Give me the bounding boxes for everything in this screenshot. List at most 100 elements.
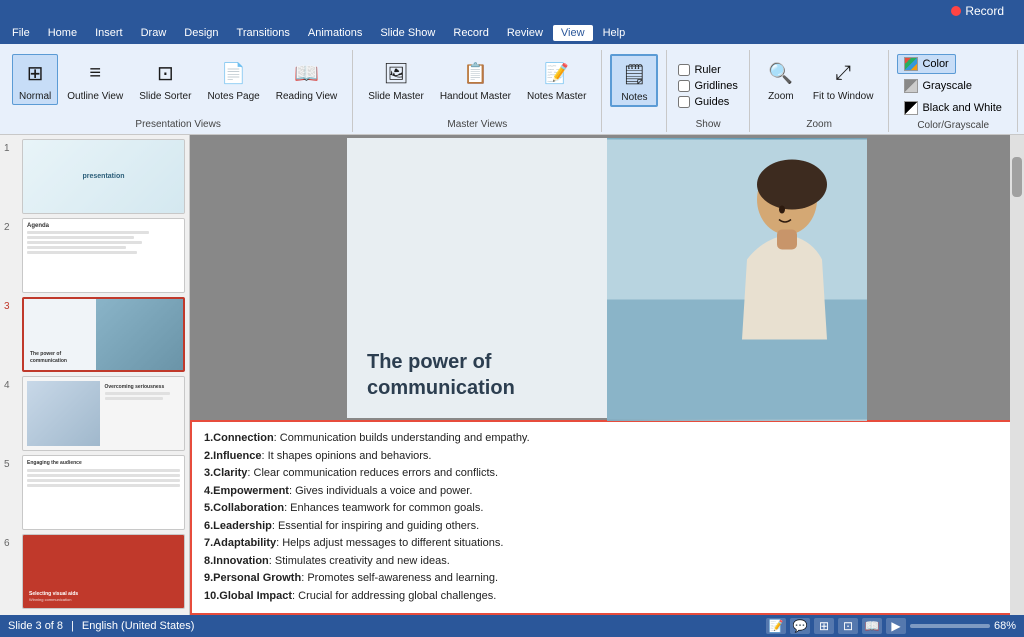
slide-right-image — [607, 138, 867, 421]
slide-canvas: The power of communication — [190, 135, 1024, 420]
menu-record[interactable]: Record — [445, 25, 496, 41]
slide-info: Slide 3 of 8 — [8, 620, 63, 632]
gridlines-checkbox[interactable]: Gridlines — [675, 79, 740, 93]
slides-panel[interactable]: 1 presentation 2 Agenda — [0, 135, 190, 615]
gridlines-input[interactable] — [678, 80, 690, 92]
color-btn[interactable]: Color — [897, 54, 955, 74]
menu-design[interactable]: Design — [176, 25, 226, 41]
reading-view-icon: 📖 — [290, 57, 322, 89]
handout-master-icon: 📋 — [459, 57, 491, 89]
menu-view[interactable]: View — [553, 25, 593, 41]
slide-num-3: 3 — [4, 297, 18, 312]
main-slide: The power of communication — [347, 138, 867, 418]
slide-title: The power of communication — [367, 349, 587, 401]
handout-master-btn[interactable]: 📋 Handout Master — [433, 54, 518, 105]
slide-sorter-icon: ⊡ — [149, 57, 181, 89]
notes-btn[interactable]: 🗒 Notes — [610, 54, 658, 107]
master-views-label: Master Views — [447, 119, 507, 132]
slide-img-1: presentation — [22, 139, 185, 214]
zoom-group-label: Zoom — [806, 119, 832, 132]
slide-sorter-btn[interactable]: ⊡ Slide Sorter — [132, 54, 198, 105]
notes-item-8: 8.Innovation: Stimulates creativity and … — [204, 553, 1010, 570]
slide-sorter-status[interactable]: ⊡ — [838, 618, 858, 634]
menu-transitions[interactable]: Transitions — [229, 25, 298, 41]
reading-status[interactable]: 📖 — [862, 618, 882, 634]
slide-thumb-4[interactable]: 4 Overcoming seriousness — [4, 376, 185, 451]
status-left: Slide 3 of 8 | English (United States) — [8, 620, 194, 632]
person-svg — [607, 138, 867, 421]
notes-item-2: 2.Influence: It shapes opinions and beha… — [204, 448, 1010, 465]
zoom-slider[interactable] — [910, 624, 990, 628]
slide-img-6: Selecting visual aids Winning communicat… — [22, 534, 185, 609]
notes-master-icon: 📝 — [541, 57, 573, 89]
menu-insert[interactable]: Insert — [87, 25, 131, 41]
slide-thumb-3[interactable]: 3 The power of communication — [4, 297, 185, 372]
outline-view-icon: ≡ — [79, 57, 111, 89]
menu-help[interactable]: Help — [595, 25, 634, 41]
slide-left-content: The power of communication — [347, 138, 607, 421]
menu-home[interactable]: Home — [40, 25, 85, 41]
menu-animations[interactable]: Animations — [300, 25, 370, 41]
notes-item-1: 1.Connection: Communication builds under… — [204, 430, 1010, 447]
outline-view-btn[interactable]: ≡ Outline View — [60, 54, 130, 105]
menu-bar: File Home Insert Draw Design Transitions… — [0, 22, 1024, 44]
slide-thumb-6[interactable]: 6 Selecting visual aids Winning communic… — [4, 534, 185, 609]
color-group: Color Grayscale Black and White Color/Gr… — [889, 50, 1017, 132]
fit-to-window-btn[interactable]: ⤢ Fit to Window — [806, 54, 881, 105]
presentation-views-group: ⊞ Normal ≡ Outline View ⊡ Slide Sorter 📄… — [4, 50, 353, 132]
reading-view-btn[interactable]: 📖 Reading View — [269, 54, 345, 105]
notes-page-label: Notes Page — [207, 91, 259, 102]
menu-draw[interactable]: Draw — [133, 25, 175, 41]
slide-thumb-2[interactable]: 2 Agenda — [4, 218, 185, 293]
notes-page-btn[interactable]: 📄 Notes Page — [200, 54, 266, 105]
color-group-label: Color/Grayscale — [917, 120, 989, 133]
slide-master-icon: 🖼 — [380, 57, 412, 89]
notes-item-6: 6.Leadership: Essential for inspiring an… — [204, 518, 1010, 535]
slide-thumb-5[interactable]: 5 Engaging the audience — [4, 455, 185, 530]
fit-to-window-label: Fit to Window — [813, 91, 874, 102]
menu-slideshow[interactable]: Slide Show — [372, 25, 443, 41]
grayscale-btn[interactable]: Grayscale — [897, 76, 979, 96]
slide-num-6: 6 — [4, 534, 18, 549]
black-white-btn[interactable]: Black and White — [897, 98, 1008, 118]
comments-btn[interactable]: 💬 — [790, 618, 810, 634]
notes-buttons: 🗒 Notes — [610, 50, 658, 130]
black-white-label: Black and White — [922, 102, 1001, 114]
show-buttons: Ruler Gridlines Guides — [675, 50, 740, 119]
scroll-area[interactable] — [1010, 135, 1024, 615]
guides-input[interactable] — [678, 96, 690, 108]
scroll-thumb[interactable] — [1012, 157, 1022, 197]
notes-area[interactable]: 1.Connection: Communication builds under… — [190, 420, 1024, 615]
status-right: 📝 💬 ⊞ ⊡ 📖 ▶ 68% — [766, 618, 1016, 634]
slideshow-status[interactable]: ▶ — [886, 618, 906, 634]
ruler-input[interactable] — [678, 64, 690, 76]
menu-review[interactable]: Review — [499, 25, 551, 41]
normal-view-status[interactable]: ⊞ — [814, 618, 834, 634]
show-group-label: Show — [696, 119, 721, 132]
zoom-btn[interactable]: 🔍 Zoom — [758, 54, 804, 105]
window-group: 🪟 New Window Arrange All Cascade Move Sp… — [1018, 50, 1024, 132]
color-label: Color — [922, 58, 948, 70]
record-button-label: Record — [965, 4, 1004, 18]
notes-item-3: 3.Clarity: Clear communication reduces e… — [204, 465, 1010, 482]
slide-master-btn[interactable]: 🖼 Slide Master — [361, 54, 431, 105]
notes-toggle-btn[interactable]: 📝 — [766, 618, 786, 634]
normal-btn[interactable]: ⊞ Normal — [12, 54, 58, 105]
slide-num-1: 1 — [4, 139, 18, 154]
guides-checkbox[interactable]: Guides — [675, 95, 732, 109]
ruler-label: Ruler — [694, 64, 720, 76]
slide-thumb-1[interactable]: 1 presentation — [4, 139, 185, 214]
ruler-checkbox[interactable]: Ruler — [675, 63, 723, 77]
record-dot — [951, 6, 961, 16]
slide-top-section: The power of communication — [347, 138, 867, 421]
master-views-buttons: 🖼 Slide Master 📋 Handout Master 📝 Notes … — [361, 50, 593, 119]
notes-master-btn[interactable]: 📝 Notes Master — [520, 54, 593, 105]
record-button[interactable]: Record — [939, 0, 1016, 22]
slide-img-2: Agenda — [22, 218, 185, 293]
notes-label: Notes — [621, 92, 647, 103]
guides-label: Guides — [694, 96, 729, 108]
notes-item-5: 5.Collaboration: Enhances teamwork for c… — [204, 500, 1010, 517]
menu-file[interactable]: File — [4, 25, 38, 41]
notes-item-9: 9.Personal Growth: Promotes self-awarene… — [204, 570, 1010, 587]
slide-num-5: 5 — [4, 455, 18, 470]
